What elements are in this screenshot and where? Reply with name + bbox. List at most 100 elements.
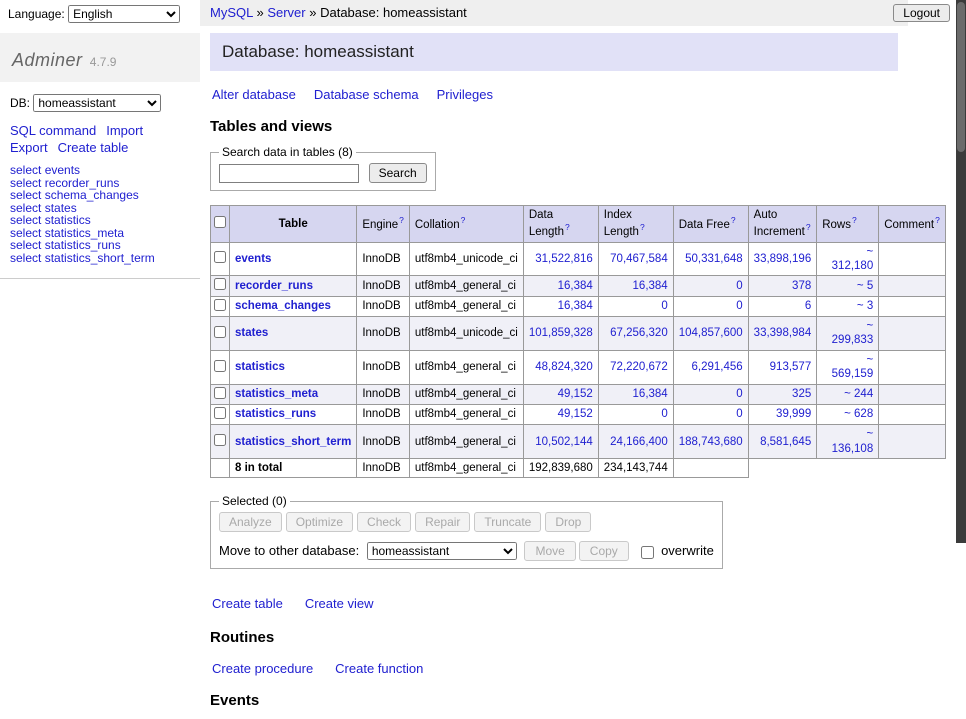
auto-increment-link[interactable]: 325 [792, 388, 811, 400]
action-alter-database[interactable]: Alter database [212, 87, 296, 102]
help-icon[interactable]: ? [461, 215, 466, 225]
help-icon[interactable]: ? [399, 215, 404, 225]
action-database-schema[interactable]: Database schema [314, 87, 419, 102]
link-create-function[interactable]: Create function [335, 661, 423, 676]
link-create-table[interactable]: Create table [212, 596, 283, 611]
rows-link[interactable]: ~ 628 [844, 408, 873, 420]
data-free-link[interactable]: 0 [736, 300, 742, 312]
move-db-select[interactable]: homeassistant [367, 542, 517, 560]
table-link-events[interactable]: events [235, 253, 271, 265]
check-button[interactable]: Check [357, 512, 411, 532]
help-icon[interactable]: ? [731, 215, 736, 225]
index-length-cell: 67,256,320 [598, 317, 673, 351]
analyze-button[interactable]: Analyze [219, 512, 282, 532]
truncate-button[interactable]: Truncate [474, 512, 541, 532]
data-free-link[interactable]: 50,331,648 [685, 253, 743, 265]
help-icon[interactable]: ? [852, 215, 857, 225]
sidebar-link-import[interactable]: Import [106, 123, 143, 138]
data-length-link[interactable]: 31,522,816 [535, 253, 593, 265]
rows-link[interactable]: ~ 5 [857, 280, 873, 292]
auto-increment-link[interactable]: 39,999 [776, 408, 811, 420]
row-checkbox-statistics_runs[interactable] [214, 407, 226, 419]
data-length-link[interactable]: 16,384 [558, 300, 593, 312]
optimize-button[interactable]: Optimize [286, 512, 353, 532]
index-length-link[interactable]: 24,166,400 [610, 436, 668, 448]
search-input[interactable] [219, 164, 359, 183]
table-link-statistics_runs[interactable]: statistics_runs [235, 408, 316, 420]
link-create-procedure[interactable]: Create procedure [212, 661, 313, 676]
auto-increment-link[interactable]: 8,581,645 [760, 436, 811, 448]
checkbox-cell [211, 425, 230, 459]
rows-link[interactable]: ~ 569,159 [832, 354, 874, 380]
sidebar-table-statistics_short_term[interactable]: statistics_short_term [45, 251, 155, 265]
data-length-link[interactable]: 16,384 [558, 280, 593, 292]
select-link-statistics_short_term[interactable]: select [10, 251, 41, 265]
row-checkbox-statistics_short_term[interactable] [214, 434, 226, 446]
data-free-link[interactable]: 104,857,600 [679, 327, 743, 339]
search-button[interactable]: Search [369, 163, 427, 183]
data-free-link[interactable]: 6,291,456 [692, 361, 743, 373]
table-link-statistics_meta[interactable]: statistics_meta [235, 388, 318, 400]
language-select[interactable]: English [68, 5, 180, 23]
row-checkbox-schema_changes[interactable] [214, 299, 226, 311]
auto-increment-link[interactable]: 913,577 [770, 361, 812, 373]
index-length-link[interactable]: 70,467,584 [610, 253, 668, 265]
row-checkbox-statistics_meta[interactable] [214, 387, 226, 399]
rows-link[interactable]: ~ 3 [857, 300, 873, 312]
data-free-link[interactable]: 0 [736, 388, 742, 400]
table-link-recorder_runs[interactable]: recorder_runs [235, 280, 313, 292]
index-length-link[interactable]: 16,384 [633, 388, 668, 400]
action-privileges[interactable]: Privileges [437, 87, 493, 102]
data-length-link[interactable]: 49,152 [558, 408, 593, 420]
index-length-link[interactable]: 72,220,672 [610, 361, 668, 373]
overwrite-checkbox[interactable] [641, 546, 654, 559]
data-length-link[interactable]: 49,152 [558, 388, 593, 400]
sidebar-link-export[interactable]: Export [10, 140, 48, 155]
select-all-checkbox[interactable] [214, 216, 226, 228]
help-icon[interactable]: ? [806, 222, 811, 232]
sidebar-link-create-table[interactable]: Create table [58, 140, 129, 155]
table-link-statistics_short_term[interactable]: statistics_short_term [235, 436, 351, 448]
row-checkbox-events[interactable] [214, 251, 226, 263]
rows-link[interactable]: ~ 244 [844, 388, 873, 400]
data-free-link[interactable]: 0 [736, 280, 742, 292]
sidebar-link-sql-command[interactable]: SQL command [10, 123, 96, 138]
rows-link[interactable]: ~ 136,108 [832, 428, 874, 454]
data-length-link[interactable]: 101,859,328 [529, 327, 593, 339]
index-length-link[interactable]: 0 [661, 300, 667, 312]
logout-button[interactable]: Logout [893, 4, 950, 22]
help-icon[interactable]: ? [935, 215, 940, 225]
auto-increment-link[interactable]: 33,898,196 [754, 253, 812, 265]
breadcrumb-item-mysql[interactable]: MySQL [210, 5, 253, 20]
copy-button[interactable]: Copy [579, 541, 629, 561]
data-length-link[interactable]: 48,824,320 [535, 361, 593, 373]
data-length-link[interactable]: 10,502,144 [535, 436, 593, 448]
table-link-states[interactable]: states [235, 327, 268, 339]
table-link-statistics[interactable]: statistics [235, 361, 285, 373]
auto-increment-link[interactable]: 6 [805, 300, 811, 312]
rows-link[interactable]: ~ 312,180 [832, 246, 874, 272]
row-checkbox-states[interactable] [214, 326, 226, 338]
help-icon[interactable]: ? [565, 222, 570, 232]
row-checkbox-statistics[interactable] [214, 360, 226, 372]
drop-button[interactable]: Drop [545, 512, 591, 532]
index-length-link[interactable]: 0 [661, 408, 667, 420]
data-free-link[interactable]: 0 [736, 408, 742, 420]
column-header-engine: Engine? [357, 206, 410, 243]
data-free-link[interactable]: 188,743,680 [679, 436, 743, 448]
auto-increment-link[interactable]: 33,398,984 [754, 327, 812, 339]
index-length-link[interactable]: 67,256,320 [610, 327, 668, 339]
scrollbar[interactable] [956, 0, 966, 543]
row-checkbox-recorder_runs[interactable] [214, 278, 226, 290]
auto-increment-link[interactable]: 378 [792, 280, 811, 292]
table-link-schema_changes[interactable]: schema_changes [235, 300, 331, 312]
scrollbar-thumb[interactable] [957, 2, 965, 152]
db-select[interactable]: homeassistant [33, 94, 161, 112]
link-create-view[interactable]: Create view [305, 596, 374, 611]
help-icon[interactable]: ? [640, 222, 645, 232]
repair-button[interactable]: Repair [415, 512, 470, 532]
rows-link[interactable]: ~ 299,833 [832, 320, 874, 346]
index-length-link[interactable]: 16,384 [633, 280, 668, 292]
breadcrumb-item-server[interactable]: Server [267, 5, 305, 20]
move-button[interactable]: Move [524, 541, 575, 561]
